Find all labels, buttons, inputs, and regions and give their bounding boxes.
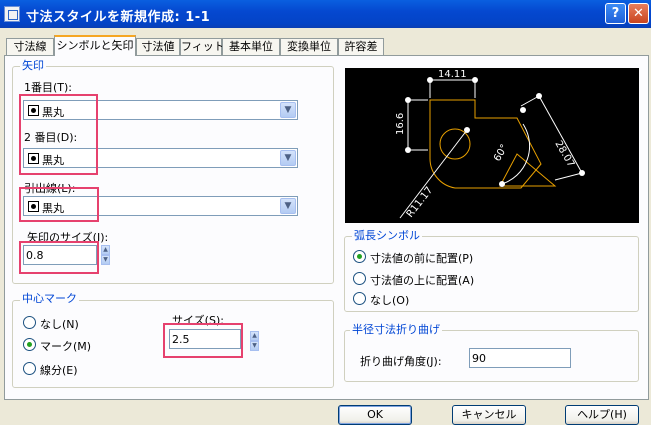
first-arrow-label: 1番目(T):	[24, 81, 73, 94]
center-mark-none-radio[interactable]	[23, 316, 36, 329]
arc-none-label: なし(O)	[370, 294, 410, 307]
radius-jog-group-label: 半径寸法折り曲げ	[350, 323, 442, 336]
highlight-box	[19, 187, 99, 222]
preview-pane: 14.11 16.6 28.07 60° R11.17	[345, 68, 639, 223]
tab-text[interactable]: 寸法値	[136, 38, 180, 55]
preview-label-angle: 60°	[492, 143, 510, 164]
chevron-down-icon[interactable]: ▼	[280, 198, 296, 214]
close-icon[interactable]: ✕	[628, 3, 649, 24]
tab-fit[interactable]: フィット	[180, 38, 225, 55]
arc-before-radio[interactable]	[353, 250, 366, 263]
center-mark-line-radio[interactable]	[23, 362, 36, 375]
tab-primary-units[interactable]: 基本単位	[222, 38, 280, 55]
arc-above-radio[interactable]	[353, 272, 366, 285]
spin-down-icon[interactable]: ▼	[101, 255, 110, 265]
center-mark-mark-radio[interactable]	[23, 338, 36, 351]
preview-label-right: 28.07	[552, 139, 576, 169]
arc-before-label: 寸法値の前に配置(P)	[370, 252, 474, 265]
arrow-size-stepper[interactable]: ▲ ▼	[101, 245, 110, 265]
arc-none-radio[interactable]	[353, 292, 366, 305]
arrowheads-group-label: 矢印	[20, 59, 46, 72]
chevron-down-icon[interactable]: ▼	[280, 102, 296, 118]
help-button[interactable]: ヘルプ(H)	[565, 405, 639, 425]
spin-up-icon[interactable]: ▲	[250, 331, 259, 341]
preview-circle	[439, 128, 471, 160]
spin-up-icon[interactable]: ▲	[101, 245, 110, 255]
help-icon[interactable]: ?	[605, 3, 626, 24]
cancel-button[interactable]: キャンセル	[452, 405, 526, 425]
center-mark-mark-label: マーク(M)	[40, 340, 92, 353]
ext-line	[554, 172, 583, 181]
jog-angle-label: 折り曲げ角度(J):	[360, 355, 442, 368]
highlight-box	[19, 94, 98, 175]
window-title: 寸法スタイルを新規作成: 1-1	[26, 10, 211, 25]
ext-line	[520, 95, 540, 107]
preview-label-top: 14.11	[438, 69, 467, 80]
spin-down-icon[interactable]: ▼	[250, 341, 259, 351]
center-mark-line-label: 線分(E)	[40, 364, 78, 377]
tab-dimension-lines[interactable]: 寸法線	[6, 38, 54, 55]
app-icon	[4, 6, 20, 22]
tab-alternate-units[interactable]: 変換単位	[280, 38, 338, 55]
preview-drawing: 14.11 16.6 28.07 60° R11.17	[395, 69, 585, 220]
highlight-box	[19, 241, 99, 274]
tab-tolerances[interactable]: 許容差	[338, 38, 384, 55]
center-mark-size-stepper[interactable]: ▲ ▼	[250, 331, 259, 351]
center-mark-group-label: 中心マーク	[20, 292, 79, 305]
arc-symbol-group-label: 弧長シンボル	[352, 229, 422, 242]
center-mark-none-label: なし(N)	[40, 318, 79, 331]
ok-button[interactable]: OK	[338, 405, 412, 425]
preview-label-left: 16.6	[395, 113, 406, 135]
highlight-box	[163, 323, 243, 358]
title-bar: 寸法スタイルを新規作成: 1-1 ? ✕	[0, 0, 651, 28]
arc-above-label: 寸法値の上に配置(A)	[370, 274, 475, 287]
jog-angle-input[interactable]: 90	[469, 348, 571, 368]
preview-outline	[429, 99, 542, 189]
chevron-down-icon[interactable]: ▼	[280, 150, 296, 166]
preview-label-radius: R11.17	[405, 185, 436, 220]
tab-symbols-arrows[interactable]: シンボルと矢印	[54, 35, 136, 56]
